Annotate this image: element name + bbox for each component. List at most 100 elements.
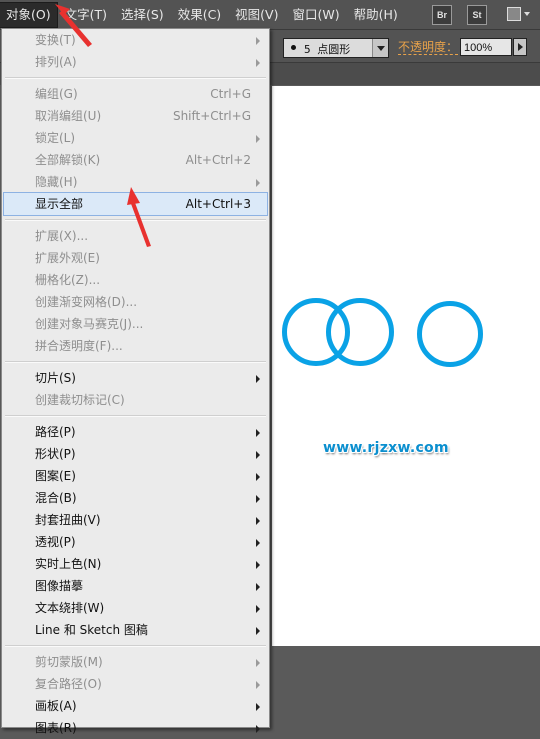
menu-object[interactable]: 对象(O) — [0, 1, 58, 28]
menu-item-label: 图案(E) — [35, 469, 76, 483]
menu-item[interactable]: 文本绕排(W) — [2, 597, 269, 619]
menu-item-shortcut: Shift+Ctrl+G — [172, 109, 251, 123]
watermark-text: www.rjzxw.com — [323, 440, 449, 456]
menu-item: 取消编组(U) Shift+Ctrl+G — [2, 105, 269, 127]
bridge-button[interactable]: Br — [432, 5, 452, 25]
stock-button[interactable]: St — [467, 5, 487, 25]
menu-view[interactable]: 视图(V) — [229, 3, 284, 27]
menu-item: 创建裁切标记(C) — [2, 389, 269, 411]
menu-item-label: 形状(P) — [35, 447, 76, 461]
menu-item-label: 栅格化(Z)... — [35, 273, 101, 287]
submenu-arrow-icon — [256, 627, 260, 635]
menu-item-shortcut: Ctrl+G — [210, 87, 251, 101]
menu-item: 创建对象马赛克(J)... — [2, 313, 269, 335]
menu-separator — [5, 219, 266, 221]
menu-item[interactable]: 路径(P) — [2, 421, 269, 443]
menu-item-label: 变换(T) — [35, 33, 76, 47]
menu-item-label: 拼合透明度(F)... — [35, 339, 123, 353]
submenu-arrow-icon — [256, 495, 260, 503]
menu-item-label: 创建裁切标记(C) — [35, 393, 125, 407]
menu-item-label: 剪切蒙版(M) — [35, 655, 103, 669]
menu-item-label: 创建渐变网格(D)... — [35, 295, 138, 309]
submenu-arrow-icon — [256, 725, 260, 733]
menu-item[interactable]: 图像描摹 — [2, 575, 269, 597]
menu-item-label: 切片(S) — [35, 371, 76, 385]
menu-select[interactable]: 选择(S) — [115, 3, 170, 27]
menu-item[interactable]: 图案(E) — [2, 465, 269, 487]
menu-item: 栅格化(Z)... — [2, 269, 269, 291]
submenu-arrow-icon — [256, 375, 260, 383]
menu-item-label: 扩展(X)... — [35, 229, 89, 243]
menu-item-label: 锁定(L) — [35, 131, 76, 145]
opacity-label[interactable]: 不透明度： — [398, 40, 459, 55]
menu-item-label: 取消编组(U) — [35, 109, 102, 123]
circle-shape-3[interactable] — [417, 301, 483, 367]
chevron-down-icon[interactable] — [372, 39, 388, 57]
submenu-arrow-icon — [256, 179, 260, 187]
menu-item[interactable]: 图表(R) — [2, 717, 269, 739]
workspace-switcher-button[interactable] — [505, 5, 531, 23]
menu-item-label: 封套扭曲(V) — [35, 513, 101, 527]
menu-item[interactable]: 混合(B) — [2, 487, 269, 509]
menu-item: 扩展外观(E) — [2, 247, 269, 269]
menu-item-label: 透视(P) — [35, 535, 76, 549]
submenu-arrow-icon — [256, 659, 260, 667]
submenu-arrow-icon — [256, 561, 260, 569]
submenu-arrow-icon — [256, 605, 260, 613]
menu-item-label: 混合(B) — [35, 491, 77, 505]
menu-item-label: 显示全部 — [35, 197, 84, 211]
object-menu-dropdown: 变换(T) 排列(A) 编组(G) Ctrl+G 取消编组(U) Shift+Ctrl+G… — [1, 28, 270, 735]
menu-item-label: 复合路径(O) — [35, 677, 102, 691]
menu-bar: 对象(O) 文字(T) 选择(S) 效果(C) 视图(V) 窗口(W) 帮助(H… — [0, 0, 540, 30]
menu-item-label: 路径(P) — [35, 425, 76, 439]
menu-item: 扩展(X)... — [2, 225, 269, 247]
menu-item: 全部解锁(K) Alt+Ctrl+2 — [2, 149, 269, 171]
menu-item: 锁定(L) — [2, 127, 269, 149]
submenu-arrow-icon — [256, 539, 260, 547]
menu-item[interactable]: 画板(A) — [2, 695, 269, 717]
menu-item[interactable]: 实时上色(N) — [2, 553, 269, 575]
menu-window[interactable]: 窗口(W) — [286, 3, 345, 27]
opacity-arrow-button[interactable] — [513, 38, 527, 56]
menu-item: 拼合透明度(F)... — [2, 335, 269, 357]
submenu-arrow-icon — [256, 429, 260, 437]
menu-item[interactable]: 显示全部 Alt+Ctrl+3 — [3, 192, 268, 216]
menu-item[interactable]: 封套扭曲(V) — [2, 509, 269, 531]
menu-item: 复合路径(O) — [2, 673, 269, 695]
menu-item: 剪切蒙版(M) — [2, 651, 269, 673]
artboard[interactable] — [272, 86, 540, 646]
menu-separator — [5, 415, 266, 417]
menu-item-label: 排列(A) — [35, 55, 77, 69]
menu-effect[interactable]: 效果(C) — [172, 3, 227, 27]
menu-item[interactable]: 切片(S) — [2, 367, 269, 389]
menu-item: 隐藏(H) — [2, 171, 269, 193]
menu-item-shortcut: Alt+Ctrl+3 — [185, 197, 251, 211]
submenu-arrow-icon — [256, 583, 260, 591]
submenu-arrow-icon — [256, 703, 260, 711]
submenu-arrow-icon — [256, 451, 260, 459]
menu-item[interactable]: Line 和 Sketch 图稿 — [2, 619, 269, 641]
menu-separator — [5, 645, 266, 647]
menu-item-label: 图像描摹 — [35, 579, 84, 593]
menu-item-shortcut: Alt+Ctrl+2 — [185, 153, 251, 167]
circle-shape-2[interactable] — [326, 298, 394, 366]
menu-item[interactable]: 透视(P) — [2, 531, 269, 553]
brush-label: 5 点圆形 — [304, 43, 351, 56]
submenu-arrow-icon — [256, 59, 260, 67]
menu-help[interactable]: 帮助(H) — [348, 3, 404, 27]
menu-item-label: 画板(A) — [35, 699, 77, 713]
brush-select[interactable]: 5 点圆形 — [283, 38, 389, 58]
menu-item-label: 隐藏(H) — [35, 175, 78, 189]
menu-item[interactable]: 形状(P) — [2, 443, 269, 465]
opacity-input[interactable]: 100% — [460, 38, 512, 56]
menu-item-label: 扩展外观(E) — [35, 251, 100, 265]
brush-dot-icon — [291, 45, 296, 50]
menu-item-label: 图表(R) — [35, 721, 77, 735]
submenu-arrow-icon — [256, 681, 260, 689]
chevron-down-icon — [524, 12, 530, 16]
submenu-arrow-icon — [256, 473, 260, 481]
menu-separator — [5, 361, 266, 363]
menu-separator — [5, 77, 266, 79]
menu-item: 排列(A) — [2, 51, 269, 73]
menu-type[interactable]: 文字(T) — [59, 3, 113, 27]
